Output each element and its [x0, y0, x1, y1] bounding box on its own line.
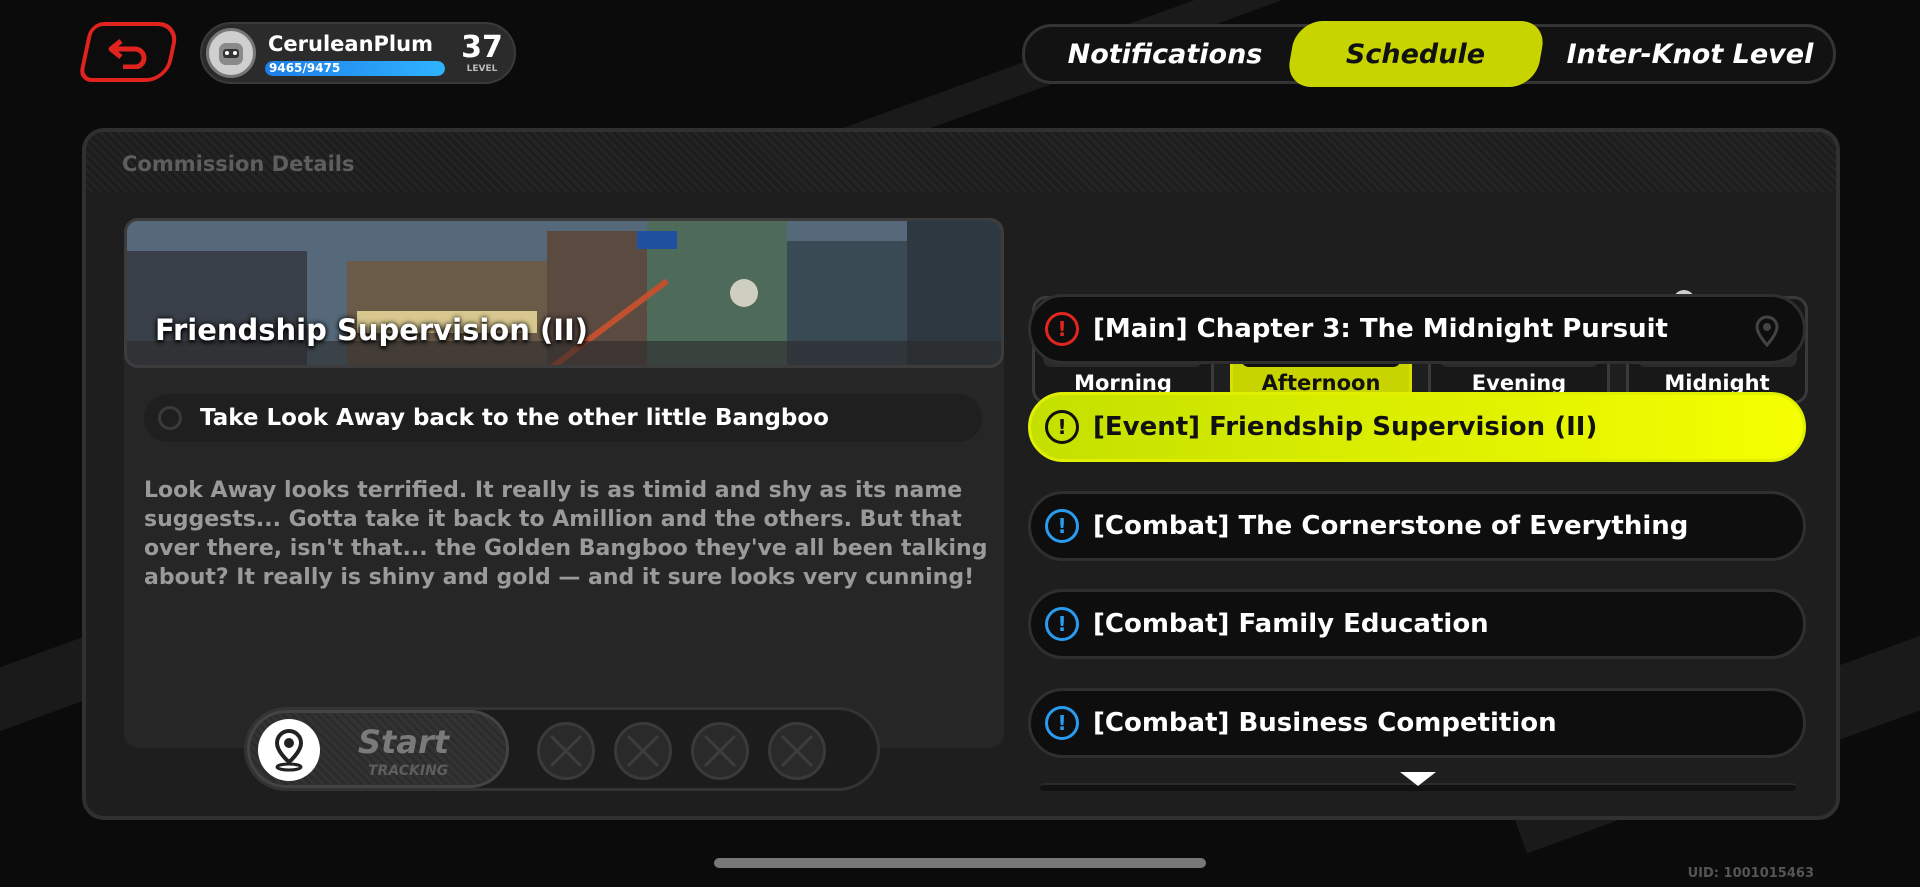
- commission-banner: Friendship Supervision (II): [124, 218, 1004, 368]
- commission-detail-card: Friendship Supervision (II) Take Look Aw…: [124, 218, 1004, 748]
- tab-inter-knot-level[interactable]: Inter-Knot Level: [1555, 27, 1825, 81]
- avatar-bangboo-icon: [219, 43, 243, 65]
- back-button[interactable]: [77, 22, 181, 82]
- tab-schedule[interactable]: Schedule: [1285, 21, 1547, 87]
- start-sub-label: TRACKING: [368, 763, 449, 779]
- location-pin-icon: [258, 719, 320, 781]
- combat-alert-icon: !: [1045, 706, 1079, 740]
- tracking-bar: Start TRACKING: [244, 707, 880, 791]
- commission-item-main-chapter-3[interactable]: ! [Main] Chapter 3: The Midnight Pursuit: [1028, 294, 1806, 364]
- avatar: [206, 28, 256, 78]
- tab-notifications[interactable]: Notifications: [1045, 27, 1285, 81]
- tracking-slot-empty: [614, 722, 672, 780]
- commission-item-event-friendship[interactable]: ! [Event] Friendship Supervision (II): [1028, 392, 1806, 462]
- empty-slot-x-icon: [549, 734, 583, 768]
- objective-checkbox-icon: [158, 406, 182, 430]
- player-name: CeruleanPlum: [268, 32, 433, 56]
- tab-schedule-label: Schedule: [1346, 38, 1486, 70]
- start-tracking-button[interactable]: Start TRACKING: [247, 710, 509, 788]
- commission-item-combat-family-education[interactable]: ! [Combat] Family Education: [1028, 589, 1806, 659]
- empty-slot-x-icon: [780, 734, 814, 768]
- home-indicator-bar[interactable]: [714, 858, 1206, 868]
- commission-item-text: [Main] Chapter 3: The Midnight Pursuit: [1093, 314, 1668, 344]
- tracking-slot-empty: [537, 722, 595, 780]
- commission-item-combat-cornerstone[interactable]: ! [Combat] The Cornerstone of Everything: [1028, 491, 1806, 561]
- tracking-slot-empty: [691, 722, 749, 780]
- combat-alert-icon: !: [1045, 509, 1079, 543]
- panel-title: Commission Details: [122, 152, 355, 176]
- back-arrow-icon: [108, 39, 147, 69]
- tab-notifications-label: Notifications: [1067, 38, 1263, 70]
- empty-slot-x-icon: [703, 734, 737, 768]
- start-label: Start: [358, 723, 450, 761]
- commission-item-text: [Combat] The Cornerstone of Everything: [1093, 511, 1689, 541]
- empty-slot-x-icon: [626, 734, 660, 768]
- commission-description: Look Away looks terrified. It really is …: [144, 478, 988, 590]
- scroll-down-arrow-icon[interactable]: [1400, 772, 1436, 794]
- player-profile[interactable]: CeruleanPlum 9465/9475 37 LEVEL: [200, 22, 516, 84]
- combat-alert-icon: !: [1045, 607, 1079, 641]
- tab-inter-knot-level-label: Inter-Knot Level: [1566, 38, 1814, 70]
- player-uid: UID: 1001015463: [1687, 866, 1814, 881]
- panel-header: Commission Details: [86, 132, 1836, 192]
- commission-item-text: [Combat] Family Education: [1093, 609, 1489, 639]
- objective-text: Take Look Away back to the other little …: [200, 405, 829, 431]
- tracked-pin-icon: [1753, 315, 1781, 351]
- top-tabs: Notifications Schedule Inter-Knot Level: [1022, 21, 1836, 87]
- commission-item-combat-business-competition[interactable]: ! [Combat] Business Competition: [1028, 688, 1806, 758]
- event-alert-icon: !: [1045, 410, 1079, 444]
- commission-banner-title: Friendship Supervision (II): [155, 313, 589, 347]
- player-level: 37: [461, 30, 503, 65]
- xp-text: 9465/9475: [269, 61, 341, 75]
- level-label: LEVEL: [466, 64, 498, 74]
- objective-item: Take Look Away back to the other little …: [144, 394, 982, 442]
- commission-item-text: [Event] Friendship Supervision (II): [1093, 412, 1598, 442]
- xp-bar: 9465/9475: [265, 61, 445, 76]
- commission-item-text: [Combat] Business Competition: [1093, 708, 1557, 738]
- main-quest-alert-icon: !: [1045, 312, 1079, 346]
- tracking-slot-empty: [768, 722, 826, 780]
